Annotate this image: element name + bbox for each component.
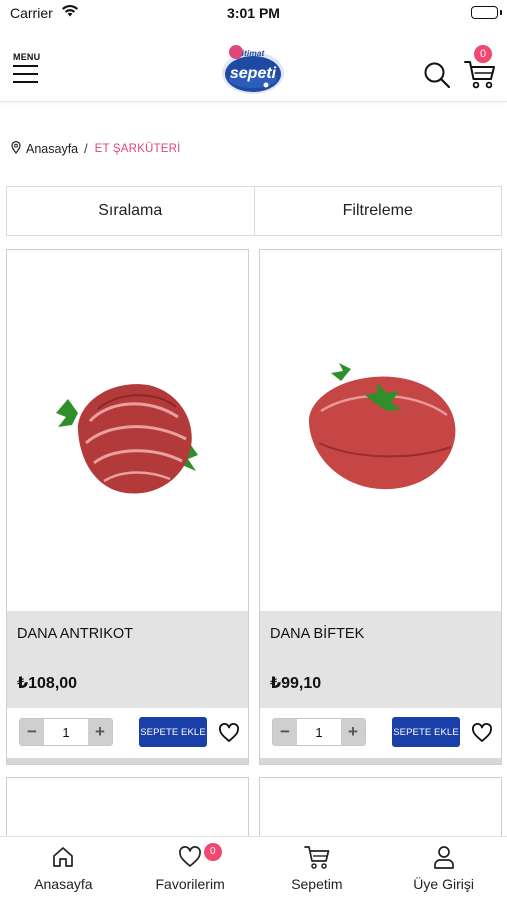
quantity-value[interactable]: 1 (297, 719, 341, 745)
quantity-value[interactable]: 1 (44, 719, 88, 745)
nav-cart-label: Sepetim (291, 876, 343, 892)
decrease-quantity-button[interactable]: − (20, 719, 44, 745)
app-header: MENU itimat sepeti 0 (0, 28, 507, 102)
heart-icon (178, 844, 202, 870)
search-button[interactable] (423, 61, 451, 89)
nav-home[interactable]: Anasayfa (0, 837, 127, 900)
product-price: ₺99,10 (270, 675, 322, 692)
cart-count-badge: 0 (474, 45, 492, 63)
product-info: DANA BİFTEK ₺99,10 (260, 611, 501, 708)
product-actions: − 1 + SEPETE EKLE (260, 708, 501, 758)
nav-cart[interactable]: Sepetim (254, 837, 381, 900)
sort-filter-bar: Sıralama Filtreleme (6, 186, 502, 236)
product-image[interactable] (7, 250, 248, 611)
decrease-quantity-button[interactable]: − (273, 719, 297, 745)
menu-icon (13, 65, 41, 83)
product-info: DANA ANTRIKOT ₺108,00 (7, 611, 248, 708)
product-price: ₺108,00 (17, 675, 78, 692)
increase-quantity-button[interactable]: + (341, 719, 365, 745)
search-icon (424, 62, 451, 89)
quantity-stepper: − 1 + (19, 718, 113, 746)
nav-account-label: Üye Girişi (413, 876, 474, 892)
heart-icon (219, 723, 239, 742)
nav-account[interactable]: Üye Girişi (380, 837, 507, 900)
location-pin-icon (11, 141, 21, 157)
status-bar: Carrier 3:01 PM (0, 0, 507, 28)
cart-button[interactable] (463, 59, 497, 89)
add-to-cart-button[interactable]: SEPETE EKLE (392, 717, 460, 747)
nav-home-label: Anasayfa (34, 876, 93, 892)
favorites-count-badge: 0 (203, 843, 222, 861)
quantity-stepper: − 1 + (272, 718, 366, 746)
battery-icon (471, 6, 498, 19)
sort-button[interactable]: Sıralama (7, 187, 255, 235)
product-name[interactable]: DANA ANTRIKOT (17, 626, 133, 642)
brand-logo[interactable]: itimat sepeti (220, 40, 286, 98)
product-actions: − 1 + SEPETE EKLE (7, 708, 248, 758)
breadcrumb-current: ET ŞARKÜTERİ (94, 143, 181, 155)
add-to-favorites-button[interactable] (218, 723, 240, 743)
breadcrumb: Anasayfa / ET ŞARKÜTERİ (11, 140, 181, 158)
clock: 3:01 PM (227, 5, 280, 21)
nav-favorites-label: Favorilerim (155, 876, 225, 892)
product-listing-screen: Carrier 3:01 PM MENU itimat sepeti 0 Ana… (0, 0, 507, 900)
add-to-cart-button[interactable]: SEPETE EKLE (139, 717, 207, 747)
add-to-favorites-button[interactable] (471, 723, 493, 743)
cart-icon (464, 61, 495, 89)
heart-icon (472, 723, 492, 742)
logo-text-top: itimat (242, 48, 266, 58)
product-card[interactable]: DANA ANTRIKOT ₺108,00 − 1 + SEPETE EKLE (6, 249, 249, 765)
nav-favorites[interactable]: 0 Favorilerim (127, 837, 254, 900)
breadcrumb-separator: / (84, 142, 88, 156)
logo-text-main: sepeti (230, 65, 277, 82)
breadcrumb-home-link[interactable]: Anasayfa (26, 142, 78, 156)
filter-button[interactable]: Filtreleme (255, 187, 502, 235)
cart-icon (304, 844, 330, 870)
product-image[interactable] (260, 250, 501, 611)
menu-button[interactable]: MENU (13, 52, 41, 88)
menu-label: MENU (13, 52, 41, 62)
product-card[interactable]: DANA BİFTEK ₺99,10 − 1 + SEPETE EKLE (259, 249, 502, 765)
increase-quantity-button[interactable]: + (88, 719, 112, 745)
bottom-navigation: Anasayfa 0 Favorilerim Sepetim Üye Giriş… (0, 836, 507, 900)
user-icon (432, 844, 456, 870)
product-name[interactable]: DANA BİFTEK (270, 626, 364, 642)
home-icon (51, 844, 75, 870)
